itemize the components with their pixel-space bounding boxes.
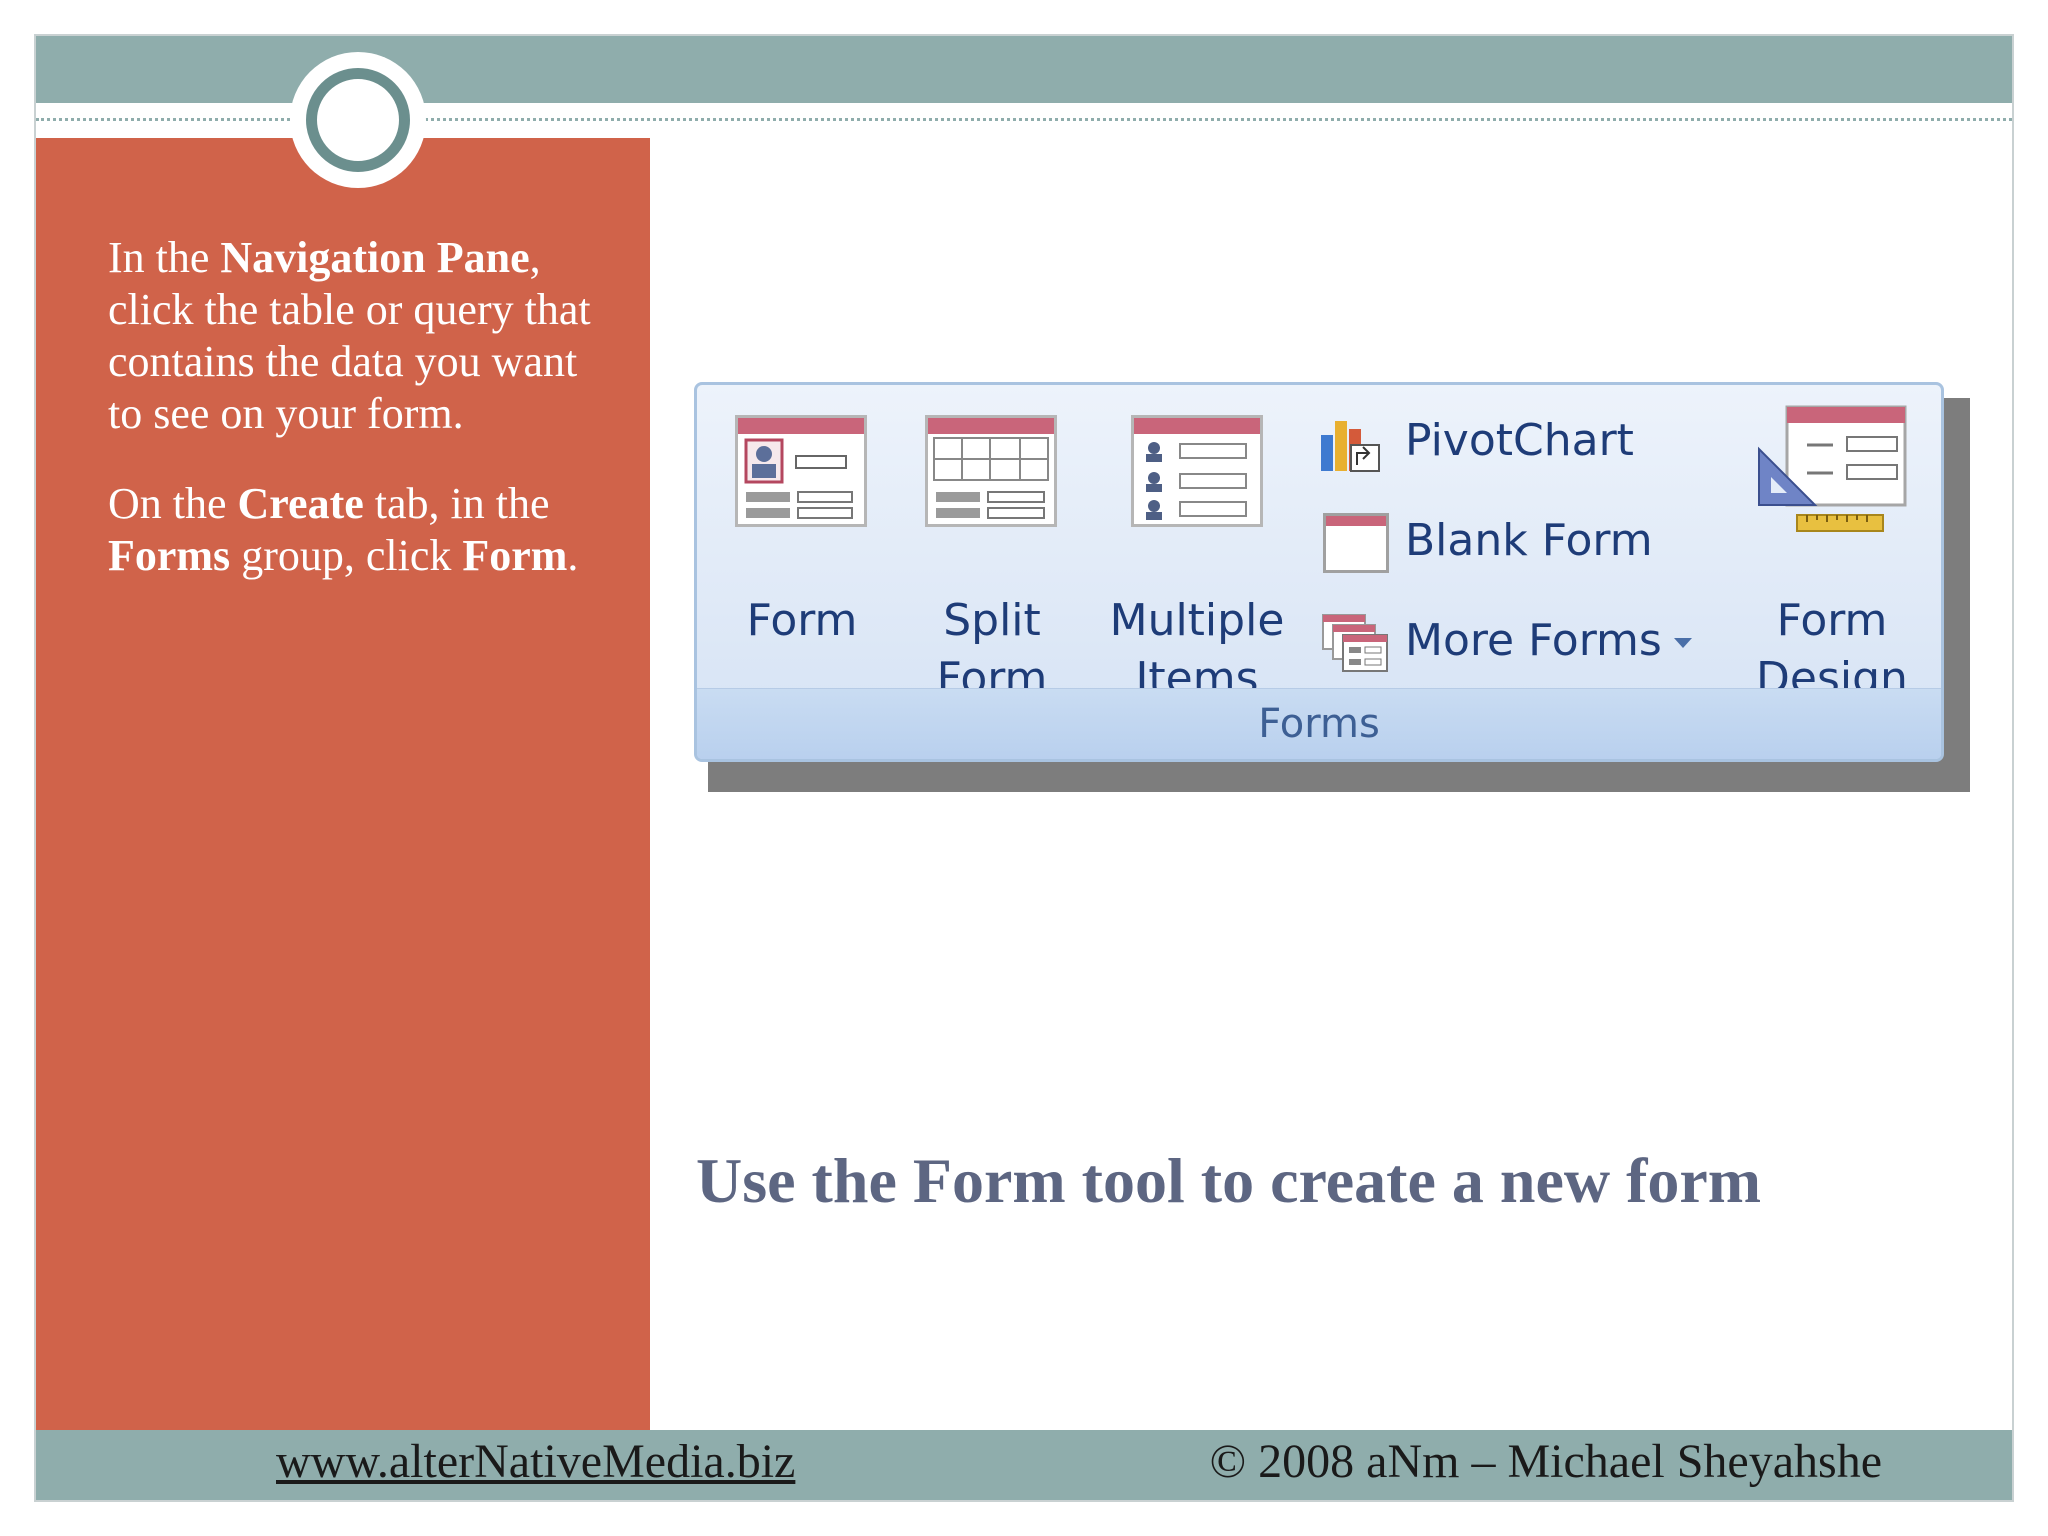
form-label: Form	[746, 595, 858, 646]
multiple-items-icon	[1131, 415, 1263, 527]
circle-ring-icon	[306, 68, 410, 172]
slide: In the Navigation Pane, click the table …	[34, 34, 2014, 1502]
more-forms-label: More Forms	[1405, 609, 1692, 673]
forms-ribbon-group: Form Split Form Multiple Items PivotChar…	[694, 382, 1944, 762]
form-term: Form	[462, 531, 568, 580]
split-form-label-1: Split	[943, 595, 1041, 646]
form-design-icon	[1757, 405, 1907, 545]
multiple-items-label-1: Multiple	[1109, 595, 1285, 646]
form-design-button[interactable]: Form Design	[1737, 405, 1927, 704]
forms-group-term: Forms	[108, 531, 231, 580]
footer-band: www.alterNativeMedia.biz © 2008 aNm – Mi…	[36, 1430, 2012, 1500]
copyright-text: © 2008 aNm – Michael Sheyahshe	[1209, 1435, 1882, 1488]
create-tab-term: Create	[237, 479, 364, 528]
blank-form-button[interactable]: Blank Form	[1319, 509, 1699, 573]
form-design-label-1: Form	[1776, 595, 1888, 646]
split-form-icon	[925, 415, 1057, 527]
website-link[interactable]: www.alterNativeMedia.biz	[276, 1434, 795, 1489]
pivotchart-button[interactable]: PivotChart	[1319, 409, 1699, 473]
pivotchart-icon	[1319, 411, 1383, 472]
slide-caption: Use the Form tool to create a new form	[696, 1145, 1762, 1216]
forms-group-label: Forms	[697, 688, 1941, 759]
form-icon	[735, 415, 867, 527]
navigation-pane-term: Navigation Pane	[220, 233, 530, 282]
split-form-button[interactable]: Split Form	[907, 415, 1077, 704]
blank-form-label: Blank Form	[1405, 515, 1653, 566]
blank-form-icon	[1323, 513, 1389, 573]
multiple-items-button[interactable]: Multiple Items	[1097, 415, 1297, 704]
form-button[interactable]: Form	[727, 415, 877, 675]
chevron-down-icon[interactable]	[1673, 638, 1692, 648]
instructions: In the Navigation Pane, click the table …	[108, 232, 608, 620]
pivotchart-label: PivotChart	[1405, 415, 1634, 466]
instruction-2: On the Create tab, in the Forms group, c…	[108, 479, 579, 580]
more-forms-icon	[1321, 611, 1388, 672]
instruction-1: In the Navigation Pane, click the table …	[108, 233, 591, 438]
more-forms-button[interactable]: More Forms	[1319, 609, 1739, 673]
